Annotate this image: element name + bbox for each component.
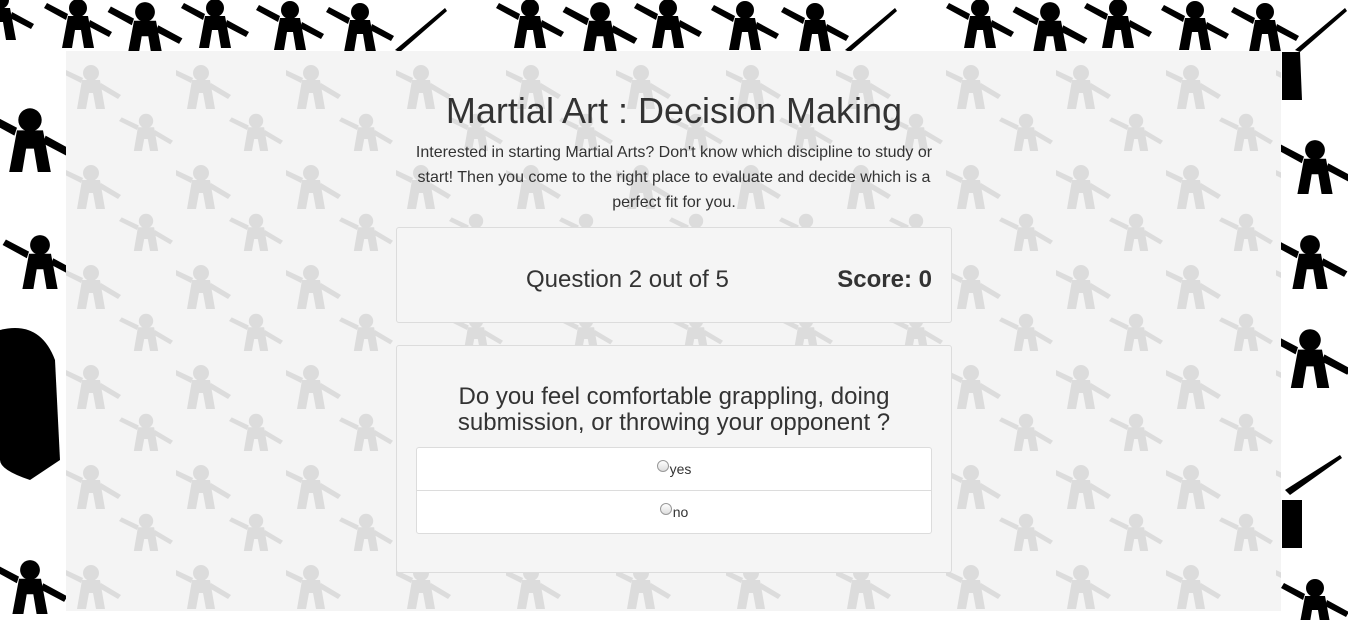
radio-button-icon[interactable] — [659, 503, 672, 515]
radio-button-icon[interactable] — [656, 460, 669, 472]
option-label: no — [672, 504, 689, 520]
option-label: yes — [669, 461, 692, 477]
main-container: Martial Art : Decision Making Interested… — [396, 80, 952, 573]
page-title: Martial Art : Decision Making — [445, 90, 903, 131]
answer-options: yes no — [416, 447, 932, 534]
option-no[interactable]: no — [417, 490, 931, 533]
page-description: Interested in starting Martial Arts? Don… — [415, 144, 933, 211]
status-panel: Question 2 out of 5 Score: 0 — [396, 227, 952, 323]
score-display: Score: 0 — [837, 266, 932, 293]
question-panel: Do you feel comfortable grappling, doing… — [396, 345, 952, 573]
question-text: Do you feel comfortable grappling, doing… — [457, 383, 891, 436]
option-yes[interactable]: yes — [417, 448, 931, 490]
question-counter: Question 2 out of 5 — [526, 266, 729, 293]
